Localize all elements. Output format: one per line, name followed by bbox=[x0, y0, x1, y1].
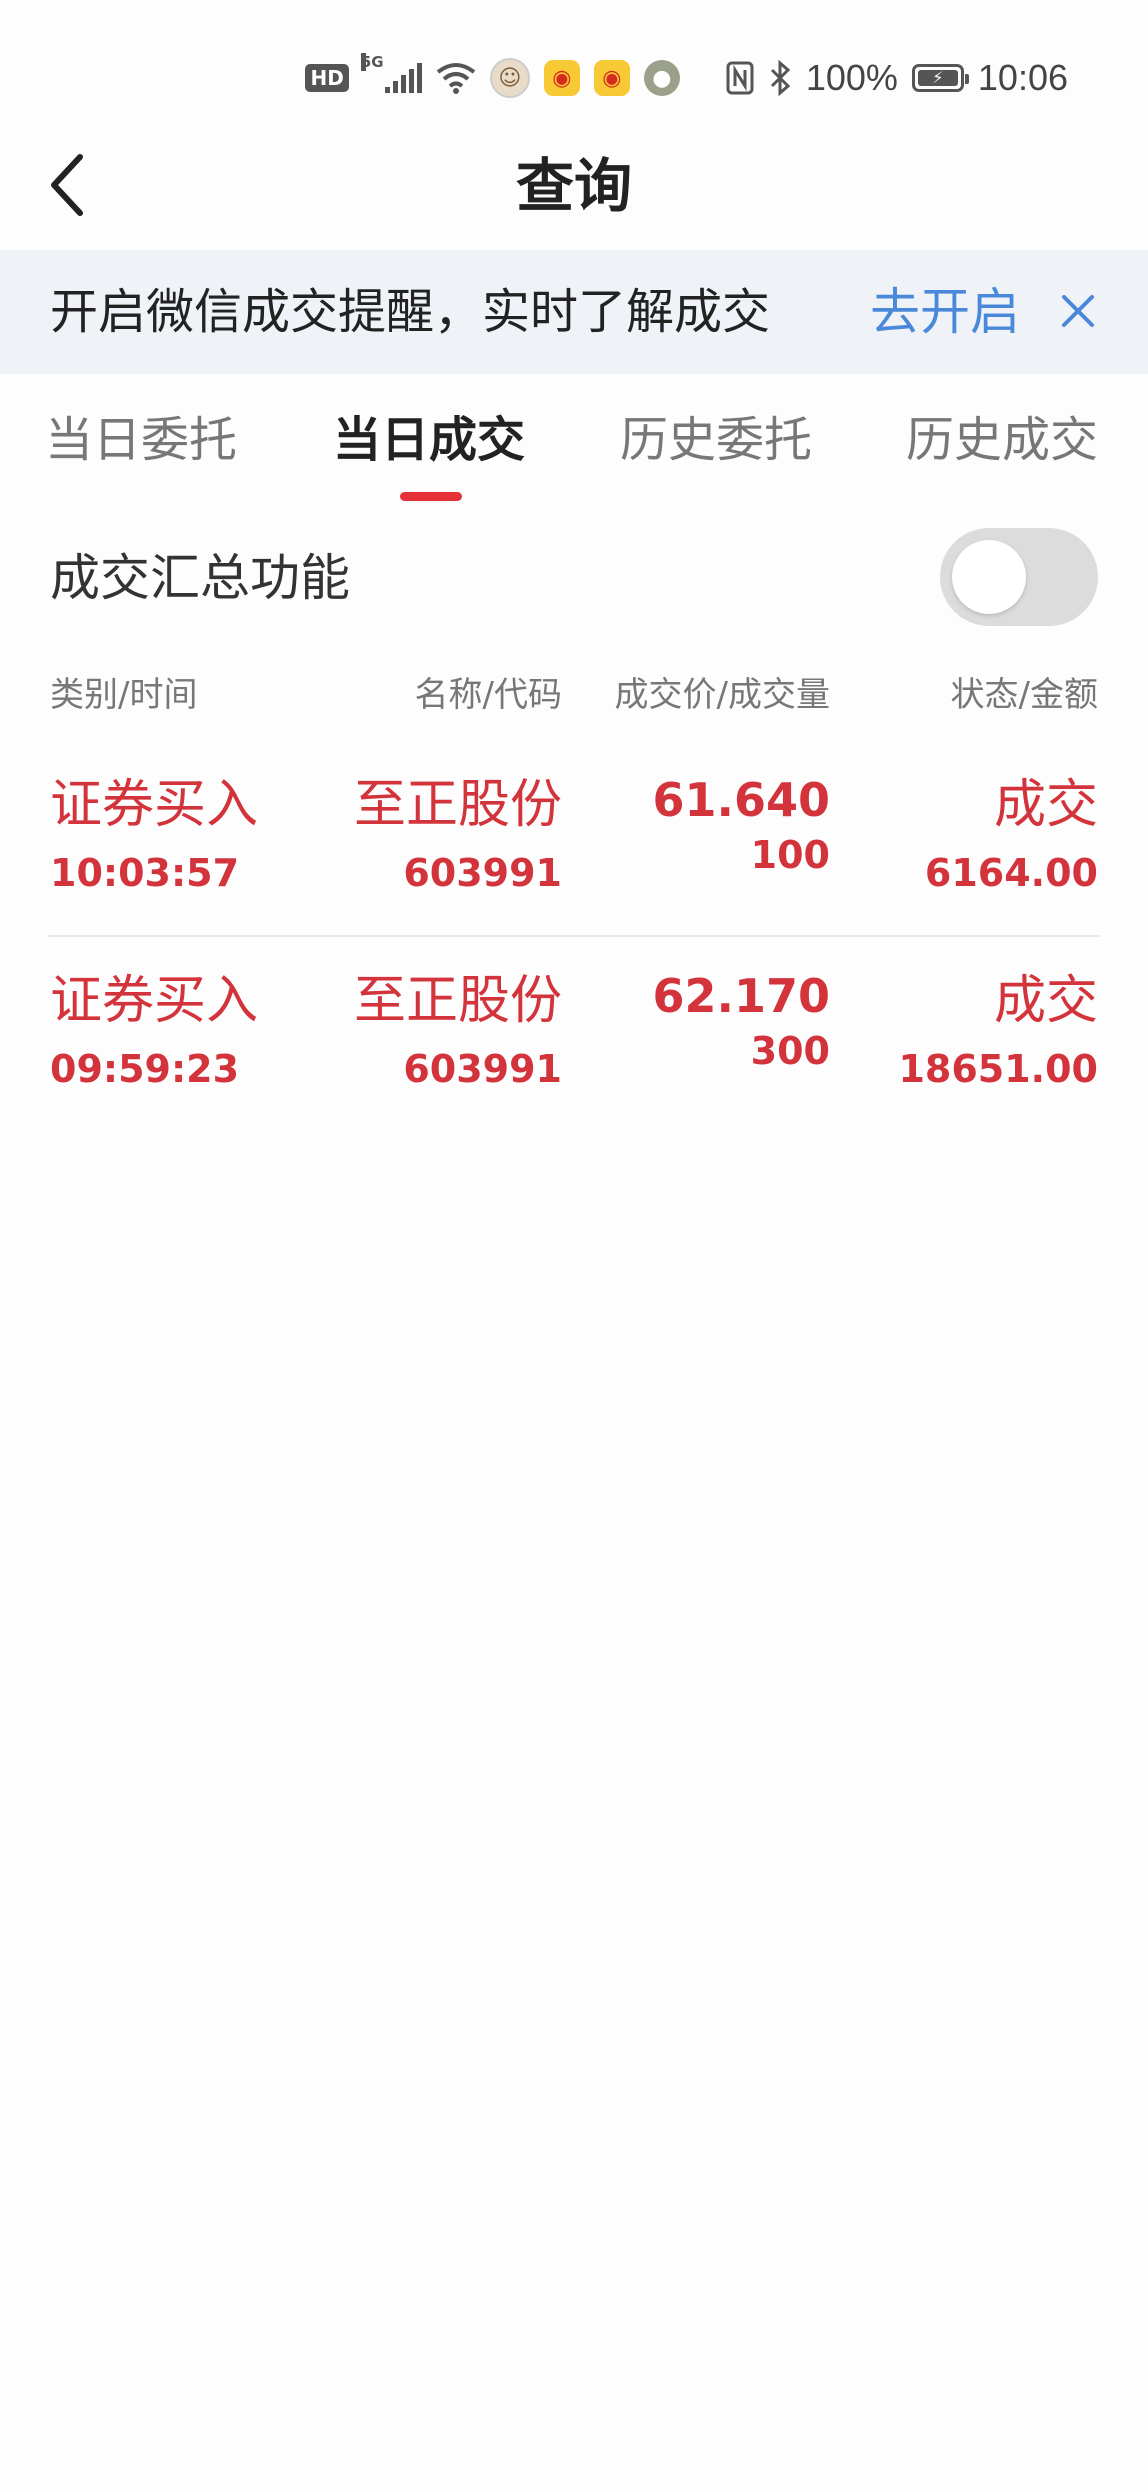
stock-code: 603991 bbox=[403, 851, 562, 895]
tab-today-trades[interactable]: 当日成交 bbox=[333, 400, 525, 480]
trade-amount: 6164.00 bbox=[924, 851, 1098, 895]
stock-name: 至正股份 bbox=[353, 971, 562, 1031]
tab-history-trades[interactable]: 历史成交 bbox=[906, 400, 1098, 480]
banner-text: 开启微信成交提醒，实时了解成交 bbox=[50, 284, 771, 340]
trade-status: 成交 bbox=[993, 971, 1098, 1031]
trade-time: 09:59:23 bbox=[50, 1047, 240, 1091]
status-icons: HD 5G ☺ ◉ ◉ ● 100% ⚡ 10:06 bbox=[305, 52, 1068, 104]
status-bar: HD 5G ☺ ◉ ◉ ● 100% ⚡ 10:06 bbox=[0, 0, 1148, 150]
close-icon bbox=[1062, 295, 1094, 327]
column-header-status-amount: 状态/金额 bbox=[950, 675, 1098, 715]
trade-summary-label: 成交汇总功能 bbox=[50, 549, 350, 607]
trade-price: 62.170 bbox=[652, 969, 830, 1023]
trade-volume: 300 bbox=[750, 1029, 830, 1073]
app-notification-photo-icon: ● bbox=[643, 60, 680, 96]
tab-today-orders[interactable]: 当日委托 bbox=[45, 400, 237, 480]
network-type-label: 5G bbox=[360, 53, 384, 71]
trade-type: 证券买入 bbox=[50, 775, 259, 835]
active-tab-indicator bbox=[400, 492, 462, 501]
bluetooth-icon bbox=[770, 60, 791, 96]
column-header-name-code: 名称/代码 bbox=[414, 675, 562, 715]
weibo-icon: ◉ bbox=[593, 60, 630, 96]
weibo-icon: ◉ bbox=[543, 60, 580, 96]
hd-icon: HD bbox=[305, 64, 349, 92]
battery-icon: ⚡ bbox=[911, 64, 969, 92]
cellular-signal-icon: 5G bbox=[360, 53, 422, 93]
tab-history-orders[interactable]: 历史委托 bbox=[620, 400, 812, 480]
trade-volume: 100 bbox=[750, 833, 830, 877]
battery-percent: 100% bbox=[805, 57, 898, 98]
table-row[interactable]: 证券买入 09:59:23 至正股份 603991 62.170 300 成交 … bbox=[0, 966, 1148, 1126]
enable-reminder-link[interactable]: 去开启 bbox=[870, 250, 1020, 374]
page-title: 查询 bbox=[515, 152, 632, 220]
stock-name: 至正股份 bbox=[353, 775, 562, 835]
nfc-icon bbox=[726, 61, 754, 95]
trade-summary-toggle[interactable] bbox=[940, 528, 1098, 626]
trade-amount: 18651.00 bbox=[898, 1047, 1098, 1091]
stock-code: 603991 bbox=[403, 1047, 562, 1091]
trade-time: 10:03:57 bbox=[50, 851, 240, 895]
table-row[interactable]: 证券买入 10:03:57 至正股份 603991 61.640 100 成交 … bbox=[0, 770, 1148, 930]
trade-status: 成交 bbox=[993, 775, 1098, 835]
close-banner-button[interactable] bbox=[1050, 283, 1106, 339]
trade-price: 61.640 bbox=[652, 773, 830, 827]
wifi-icon bbox=[436, 63, 476, 94]
column-header-price-volume: 成交价/成交量 bbox=[614, 675, 830, 715]
toggle-knob bbox=[952, 540, 1026, 614]
trade-type: 证券买入 bbox=[50, 971, 259, 1031]
column-header-type-time: 类别/时间 bbox=[50, 675, 198, 715]
row-divider bbox=[48, 935, 1100, 937]
clock: 10:06 bbox=[977, 57, 1068, 98]
app-notification-avatar-icon: ☺ bbox=[489, 58, 530, 98]
